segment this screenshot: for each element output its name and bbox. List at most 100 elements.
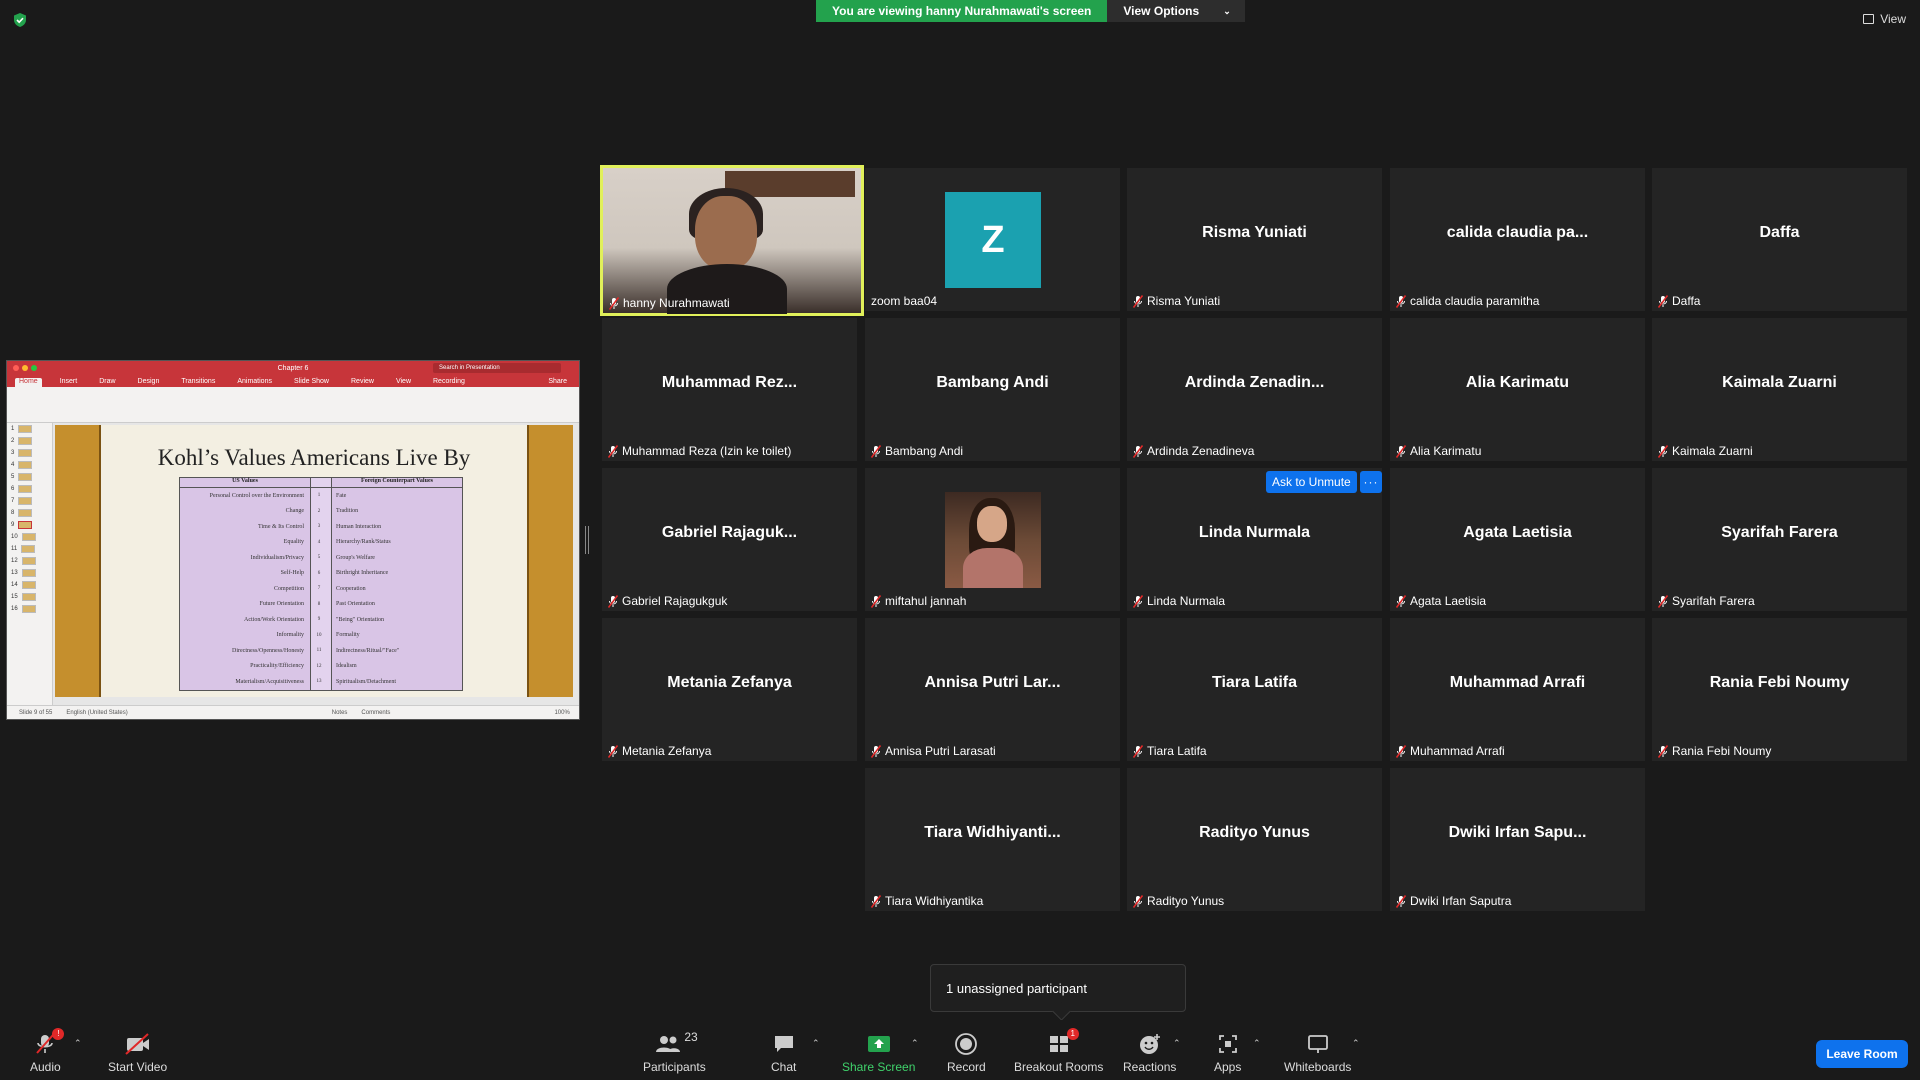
participant-tile[interactable]: Dwiki Irfan Sapu... Dwiki Irfan Saputra — [1390, 768, 1645, 911]
participant-tile[interactable]: miftahul jannah — [865, 468, 1120, 611]
participants-button[interactable]: 23 Participants — [643, 1030, 706, 1074]
participant-name: Risma Yuniati — [1147, 294, 1221, 308]
participant-tile[interactable]: Bambang Andi Bambang Andi — [865, 318, 1120, 461]
security-shield-icon[interactable] — [12, 12, 28, 28]
participant-tile[interactable]: Muhammad Arrafi Muhammad Arrafi — [1390, 618, 1645, 761]
reactions-caret-icon[interactable]: ⌃ — [1173, 1038, 1181, 1049]
participant-tile[interactable]: Rania Febi Noumy Rania Febi Noumy — [1652, 618, 1907, 761]
mic-muted-icon — [607, 595, 619, 608]
chat-button[interactable]: Chat — [771, 1032, 796, 1074]
participant-display-name: Radityo Yunus — [1199, 824, 1310, 841]
participant-tile[interactable]: Risma Yuniati Risma Yuniati — [1127, 168, 1382, 311]
record-button[interactable]: Record — [947, 1032, 986, 1074]
participant-tile[interactable]: Kaimala Zuarni Kaimala Zuarni — [1652, 318, 1907, 461]
participant-display-name: calida claudia pa... — [1446, 224, 1589, 241]
participant-tile[interactable]: Syarifah Farera Syarifah Farera — [1652, 468, 1907, 611]
mic-muted-icon — [1395, 445, 1407, 458]
audio-label: Audio — [30, 1060, 61, 1074]
participant-display-name: Alia Karimatu — [1465, 374, 1570, 391]
mic-muted-icon — [1657, 295, 1669, 308]
share-options-caret-icon[interactable]: ⌃ — [911, 1038, 919, 1049]
whiteboard-icon — [1306, 1032, 1330, 1056]
chat-options-caret-icon[interactable]: ⌃ — [812, 1038, 820, 1049]
ppt-tab: Animations — [237, 378, 272, 385]
slide-thumbnail: 14 — [7, 579, 52, 591]
slide-thumbnail-image — [18, 497, 33, 505]
table-cell: Hierarchy/Rank/Status — [336, 539, 391, 546]
audio-options-caret-icon[interactable]: ⌃ — [74, 1038, 82, 1049]
participant-name-label: Radityo Yunus — [1132, 894, 1224, 908]
breakout-rooms-icon: 1 — [1047, 1028, 1079, 1056]
participants-icon: 23 — [654, 1030, 698, 1056]
table-cell: 1 — [317, 493, 321, 499]
table-cell: Equality — [283, 539, 304, 546]
participant-tile[interactable]: Daffa Daffa — [1652, 168, 1907, 311]
participant-name: Alia Karimatu — [1410, 444, 1482, 458]
participant-tile[interactable]: Alia Karimatu Alia Karimatu — [1390, 318, 1645, 461]
table-cell: Materialism/Acquisitiveness — [235, 678, 304, 685]
participant-name-label: Muhammad Reza (Izin ke toilet) — [607, 444, 791, 458]
participant-tile[interactable]: Metania Zefanya Metania Zefanya — [602, 618, 857, 761]
table-row: Materialism/Acquisitiveness 13 Spiritualis… — [180, 674, 462, 690]
mic-muted-icon — [1395, 745, 1407, 758]
table-cell: Indirectness/Ritual/"Face" — [336, 647, 400, 654]
breakout-rooms-button[interactable]: 1 Breakout Rooms — [1014, 1028, 1103, 1074]
grid-view-icon — [1863, 14, 1875, 24]
participant-name: Daffa — [1672, 294, 1701, 308]
table-cell: Spiritualism/Detachment — [336, 678, 396, 685]
participant-name: Muhammad Arrafi — [1410, 744, 1505, 758]
participant-tile[interactable]: Tiara Widhiyanti... Tiara Widhiyantika — [865, 768, 1120, 911]
ppt-tab: Slide Show — [293, 378, 329, 385]
participant-tile[interactable]: Tiara Latifa Tiara Latifa — [1127, 618, 1382, 761]
participant-tile[interactable]: Gabriel Rajaguk... Gabriel Rajagukguk — [602, 468, 857, 611]
ppt-titlebar: Chapter 6 Search in Presentation — [7, 361, 579, 375]
participant-tile[interactable]: calida claudia pa... calida claudia param… — [1390, 168, 1645, 311]
leave-room-button[interactable]: Leave Room — [1816, 1040, 1908, 1068]
slide-number: 5 — [11, 474, 15, 480]
participant-tile[interactable]: Agata Laetisia Agata Laetisia — [1390, 468, 1645, 611]
more-options-button[interactable]: ··· — [1360, 471, 1382, 493]
apps-caret-icon[interactable]: ⌃ — [1253, 1038, 1261, 1049]
table-cell: Competition — [274, 585, 304, 592]
maximize-dot-icon — [31, 365, 37, 371]
ask-to-unmute-button[interactable]: Ask to Unmute — [1266, 471, 1357, 493]
share-screen-button[interactable]: Share Screen — [842, 1032, 915, 1074]
participant-tile[interactable]: Muhammad Rez... Muhammad Reza (Izin ke to… — [602, 318, 857, 461]
mic-muted-icon — [1132, 895, 1144, 908]
ppt-tab: View — [395, 378, 411, 385]
shared-screen[interactable]: Chapter 6 Search in Presentation Home In… — [6, 360, 580, 720]
slide-number: 6 — [11, 486, 15, 492]
table-row: Individualism/Privacy 5 Group's Welfare — [180, 550, 462, 566]
whiteboards-button[interactable]: Whiteboards — [1284, 1032, 1351, 1074]
participant-display-name: Dwiki Irfan Sapu... — [1448, 824, 1587, 841]
split-divider-handle[interactable] — [585, 526, 589, 554]
slide-thumbnail: 12 — [7, 555, 52, 567]
participant-tile[interactable]: Radityo Yunus Radityo Yunus — [1127, 768, 1382, 911]
mic-muted-icon — [1132, 295, 1144, 308]
slide-thumbnail-image — [18, 425, 33, 433]
slide-thumbnail: 16 — [7, 603, 52, 615]
participant-tile[interactable]: hanny Nurahmawati — [600, 165, 864, 316]
apps-button[interactable]: Apps — [1214, 1032, 1241, 1074]
view-layout-button[interactable]: View — [1863, 12, 1906, 26]
start-video-button[interactable]: Start Video — [108, 1032, 167, 1074]
view-options-button[interactable]: View Options ⌄ — [1107, 0, 1245, 22]
slide-number: 3 — [11, 450, 15, 456]
slide-thumbnail-image — [18, 449, 33, 457]
table-row: Self-Help 6 Birthright Inheritance — [180, 566, 462, 582]
microphone-muted-icon: ! — [34, 1028, 65, 1056]
slide-thumbnail-image — [21, 569, 36, 577]
slide-number: 13 — [11, 570, 18, 576]
viewing-banner: You are viewing hanny Nurahmawati's scre… — [816, 0, 1245, 22]
whiteboards-caret-icon[interactable]: ⌃ — [1352, 1038, 1360, 1049]
participant-tile[interactable]: Zzoom baa04 — [865, 168, 1120, 311]
mic-muted-icon — [870, 895, 882, 908]
participant-name-label: Alia Karimatu — [1395, 444, 1482, 458]
reactions-button[interactable]: Reactions — [1123, 1032, 1176, 1074]
participant-tile[interactable]: Ardinda Zenadin... Ardinda Zenadineva — [1127, 318, 1382, 461]
participant-name: Kaimala Zuarni — [1672, 444, 1753, 458]
audio-button[interactable]: ! Audio — [30, 1028, 65, 1074]
close-dot-icon — [13, 365, 19, 371]
participant-tile[interactable]: Annisa Putri Lar... Annisa Putri Larasati — [865, 618, 1120, 761]
participant-name-label: Metania Zefanya — [607, 744, 711, 758]
